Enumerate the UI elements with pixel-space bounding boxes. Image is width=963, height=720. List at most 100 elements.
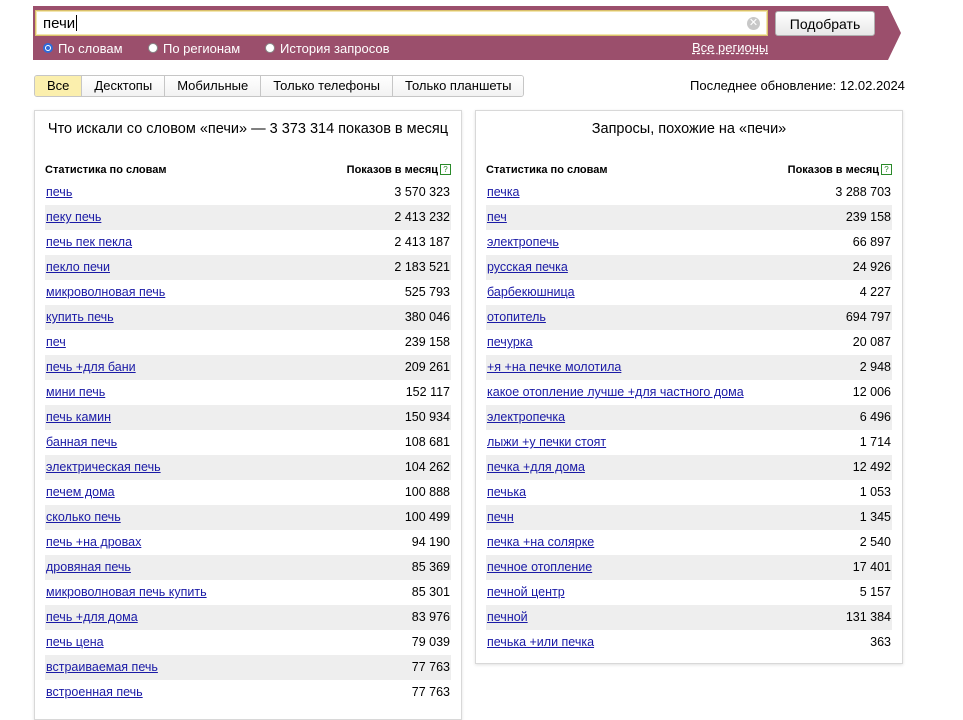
radio-icon[interactable] bbox=[148, 43, 158, 53]
searched-with-word-panel: Что искали со словом «печи» — 3 373 314 … bbox=[34, 110, 462, 720]
table-row: мини печь 152 117 bbox=[45, 380, 451, 405]
table-row: микроволновая печь купить 85 301 bbox=[45, 580, 451, 605]
keyword-link[interactable]: какое отопление лучше +для частного дома bbox=[487, 380, 744, 405]
tab-phones-only[interactable]: Только телефоны bbox=[260, 76, 393, 96]
last-update: Последнее обновление: 12.02.2024 bbox=[690, 78, 905, 93]
table-row: печной центр 5 157 bbox=[486, 580, 892, 605]
impressions-count: 525 793 bbox=[404, 285, 450, 299]
impressions-count: 12 006 bbox=[852, 385, 891, 399]
impressions-count: 4 227 bbox=[859, 285, 891, 299]
table-row: печь 3 570 323 bbox=[45, 180, 451, 205]
keyword-link[interactable]: печурка bbox=[487, 330, 533, 355]
impressions-count: 17 401 bbox=[852, 560, 891, 574]
mode-label: По словам bbox=[58, 40, 123, 56]
text-caret bbox=[76, 15, 78, 31]
keyword-link[interactable]: печька +или печка bbox=[487, 630, 594, 655]
keyword-link[interactable]: дровяная печь bbox=[46, 555, 131, 580]
keyword-link[interactable]: печька bbox=[487, 480, 526, 505]
submit-button[interactable]: Подобрать bbox=[775, 11, 875, 36]
impressions-count: 239 158 bbox=[404, 335, 450, 349]
impressions-count: 24 926 bbox=[852, 260, 891, 274]
keyword-link[interactable]: сколько печь bbox=[46, 505, 121, 530]
keyword-link[interactable]: печной bbox=[487, 605, 528, 630]
keyword-link[interactable]: печка +на солярке bbox=[487, 530, 594, 555]
keyword-link[interactable]: электрическая печь bbox=[46, 455, 161, 480]
keyword-link[interactable]: встраиваемая печь bbox=[46, 655, 158, 680]
radio-icon[interactable] bbox=[265, 43, 275, 53]
column-phrase-header: Статистика по словам bbox=[45, 164, 167, 176]
help-icon[interactable]: ? bbox=[881, 164, 892, 175]
keyword-link[interactable]: встроенная печь bbox=[46, 680, 143, 705]
keyword-link[interactable]: +я +на печке молотила bbox=[487, 355, 621, 380]
keyword-link[interactable]: печь камин bbox=[46, 405, 111, 430]
impressions-count: 1 345 bbox=[859, 510, 891, 524]
help-icon[interactable]: ? bbox=[440, 164, 451, 175]
banner-arrow bbox=[888, 6, 901, 60]
clear-icon[interactable]: ✕ bbox=[747, 17, 760, 30]
keyword-link[interactable]: микроволновая печь bbox=[46, 280, 165, 305]
column-headers: Статистика по словам Показов в месяц? bbox=[486, 164, 892, 180]
mode-by-words[interactable]: По словам bbox=[43, 39, 123, 57]
impressions-count: 12 492 bbox=[852, 460, 891, 474]
table-row: пеку печь 2 413 232 bbox=[45, 205, 451, 230]
mode-by-regions[interactable]: По регионам bbox=[148, 39, 240, 57]
keyword-link[interactable]: печь цена bbox=[46, 630, 104, 655]
table-row: электропечка 6 496 bbox=[486, 405, 892, 430]
keyword-link[interactable]: банная печь bbox=[46, 430, 117, 455]
keyword-link[interactable]: печка +для дома bbox=[487, 455, 585, 480]
table-row: отопитель 694 797 bbox=[486, 305, 892, 330]
table-row: сколько печь 100 499 bbox=[45, 505, 451, 530]
keyword-link[interactable]: электропечь bbox=[487, 230, 559, 255]
impressions-count: 79 039 bbox=[411, 635, 450, 649]
impressions-count: 2 183 521 bbox=[394, 260, 450, 274]
keyword-link[interactable]: печь bbox=[46, 180, 72, 205]
impressions-count: 1 714 bbox=[859, 435, 891, 449]
impressions-count: 108 681 bbox=[404, 435, 450, 449]
keyword-link[interactable]: печ bbox=[487, 205, 507, 230]
keyword-link[interactable]: пеку печь bbox=[46, 205, 101, 230]
device-tabs: Все Десктопы Мобильные Только телефоны Т… bbox=[34, 75, 525, 97]
keyword-link[interactable]: пекло печи bbox=[46, 255, 110, 280]
impressions-count: 2 413 232 bbox=[394, 210, 450, 224]
keyword-link[interactable]: печной центр bbox=[487, 580, 565, 605]
impressions-count: 239 158 bbox=[845, 210, 891, 224]
tab-all[interactable]: Все bbox=[35, 76, 82, 96]
impressions-count: 77 763 bbox=[411, 685, 450, 699]
table-row: печное отопление 17 401 bbox=[486, 555, 892, 580]
table-row: банная печь 108 681 bbox=[45, 430, 451, 455]
search-input[interactable]: печи ✕ bbox=[35, 10, 768, 36]
keyword-link[interactable]: мини печь bbox=[46, 380, 105, 405]
keyword-link[interactable]: печь +на дровах bbox=[46, 530, 141, 555]
keyword-link[interactable]: лыжи +у печки стоят bbox=[487, 430, 606, 455]
keyword-link[interactable]: микроволновая печь купить bbox=[46, 580, 207, 605]
impressions-count: 694 797 bbox=[845, 310, 891, 324]
keyword-link[interactable]: печ bbox=[46, 330, 66, 355]
table-row: купить печь 380 046 bbox=[45, 305, 451, 330]
keyword-link[interactable]: отопитель bbox=[487, 305, 546, 330]
tab-desktops[interactable]: Десктопы bbox=[81, 76, 165, 96]
impressions-count: 1 053 bbox=[859, 485, 891, 499]
keyword-link[interactable]: печь +для дома bbox=[46, 605, 138, 630]
keyword-link[interactable]: печн bbox=[487, 505, 514, 530]
keyword-link[interactable]: барбекюшница bbox=[487, 280, 575, 305]
keyword-link[interactable]: печь +для бани bbox=[46, 355, 136, 380]
radio-icon[interactable] bbox=[43, 43, 53, 53]
impressions-count: 152 117 bbox=[405, 385, 450, 399]
keyword-link[interactable]: печь пек пекла bbox=[46, 230, 132, 255]
table-row: печь +на дровах 94 190 bbox=[45, 530, 451, 555]
keyword-link[interactable]: русская печка bbox=[487, 255, 568, 280]
table-row: печурка 20 087 bbox=[486, 330, 892, 355]
impressions-count: 94 190 bbox=[411, 535, 450, 549]
keyword-link[interactable]: печное отопление bbox=[487, 555, 592, 580]
keyword-link[interactable]: печка bbox=[487, 180, 520, 205]
similar-queries-panel: Запросы, похожие на «печи» Статистика по… bbox=[475, 110, 903, 664]
tab-mobile[interactable]: Мобильные bbox=[164, 76, 261, 96]
tab-tablets-only[interactable]: Только планшеты bbox=[392, 76, 524, 96]
mode-history[interactable]: История запросов bbox=[265, 39, 390, 57]
all-regions-link[interactable]: Все регионы bbox=[692, 40, 768, 55]
keyword-link[interactable]: электропечка bbox=[487, 405, 565, 430]
keyword-link[interactable]: купить печь bbox=[46, 305, 114, 330]
keyword-link[interactable]: печем дома bbox=[46, 480, 115, 505]
impressions-count: 363 bbox=[870, 635, 891, 649]
table-row: лыжи +у печки стоят 1 714 bbox=[486, 430, 892, 455]
